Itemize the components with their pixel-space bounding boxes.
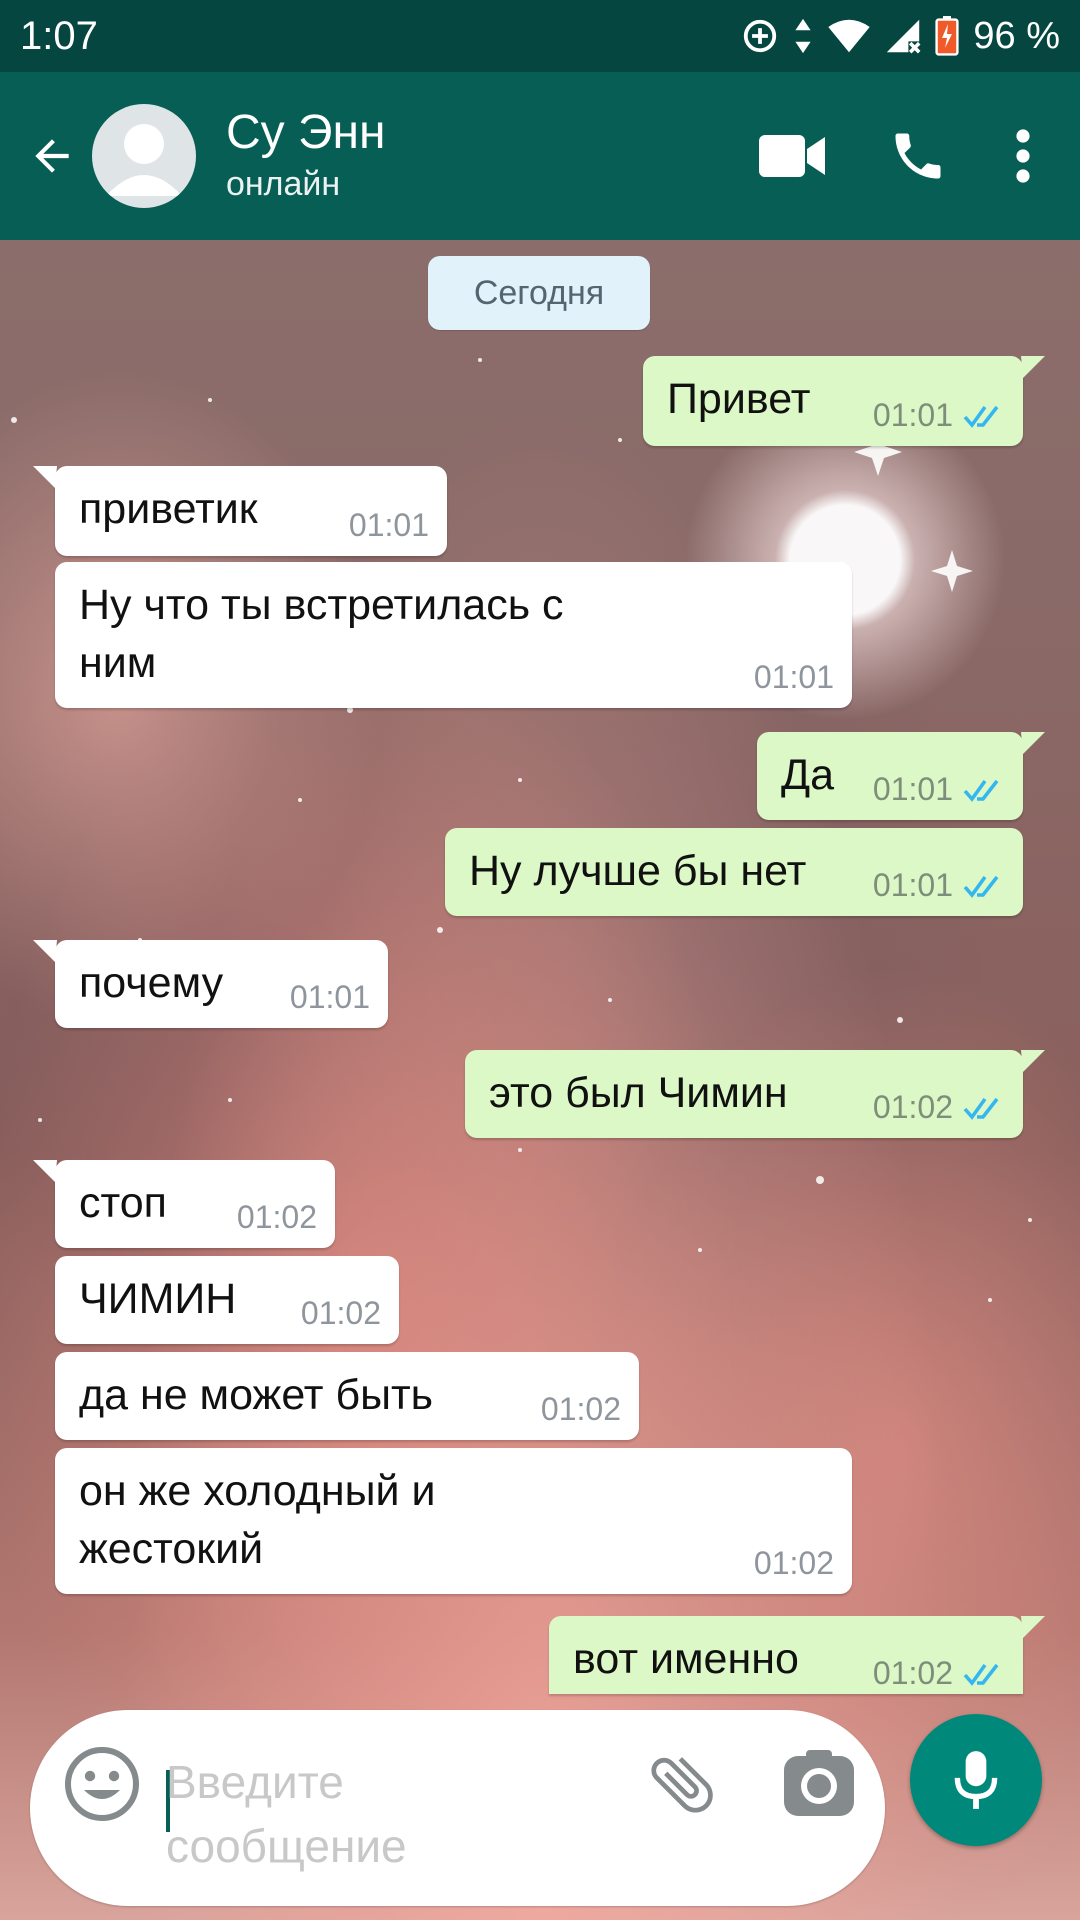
message-text: Привет — [667, 375, 811, 423]
status-bar: 1:07 96 % — [0, 0, 1080, 72]
wifi-icon — [828, 19, 871, 53]
message-outgoing[interactable]: вот именно 01:02 — [549, 1616, 1045, 1694]
more-vert-icon — [1016, 129, 1030, 183]
message-text: приветик — [79, 485, 258, 533]
battery-icon — [935, 16, 959, 56]
message-meta: 01:01 — [873, 771, 1005, 808]
bubble-tail — [1021, 1616, 1045, 1638]
video-call-icon — [759, 135, 825, 177]
message-meta: 01:01 — [754, 659, 834, 696]
voice-call-button[interactable] — [858, 96, 978, 216]
contact-name: Су Энн — [226, 106, 386, 159]
message-time: 01:01 — [289, 979, 370, 1015]
message-time: 01:02 — [872, 1089, 953, 1125]
message-input[interactable]: Введите сообщение — [166, 1750, 526, 1878]
message-meta: 01:02 — [754, 1545, 834, 1582]
message-incoming[interactable]: он же холодный и жестокий 01:02 — [55, 1448, 852, 1594]
message-meta: 01:01 — [349, 507, 429, 544]
read-ticks-icon — [963, 875, 999, 898]
back-button[interactable] — [12, 106, 92, 206]
status-icons: 96 % — [741, 15, 1060, 58]
message-time: 01:02 — [753, 1545, 834, 1581]
camera-icon — [784, 1750, 854, 1816]
message-text: ЧИМИН — [79, 1275, 237, 1323]
voice-record-button[interactable] — [910, 1714, 1042, 1846]
message-text: вот именно — [573, 1635, 799, 1683]
message-text: Ну что ты встретилась с ним — [79, 581, 564, 687]
message-text: да не может быть — [79, 1371, 434, 1419]
status-time: 1:07 — [20, 13, 98, 58]
bubble-tail — [1021, 1050, 1045, 1072]
back-arrow-icon — [35, 139, 69, 173]
message-meta: 01:02 — [873, 1089, 1005, 1126]
message-incoming[interactable]: ЧИМИН 01:02 — [55, 1256, 399, 1344]
cell-signal-icon — [887, 19, 921, 54]
message-incoming[interactable]: почему 01:01 — [33, 940, 388, 1028]
read-ticks-icon — [963, 779, 999, 802]
message-time: 01:02 — [300, 1295, 381, 1331]
message-meta: 01:02 — [301, 1295, 381, 1332]
message-incoming[interactable]: стоп 01:02 — [33, 1160, 335, 1248]
message-text: это был Чимин — [489, 1069, 788, 1117]
avatar[interactable] — [92, 104, 196, 208]
message-outgoing[interactable]: это был Чимин 01:02 — [465, 1050, 1045, 1138]
camera-button[interactable] — [782, 1748, 856, 1822]
message-meta: 01:02 — [873, 1655, 1005, 1692]
attach-icon — [651, 1757, 713, 1813]
bubble-tail — [1021, 356, 1045, 378]
message-composer: Введите сообщение — [30, 1710, 885, 1906]
attach-button[interactable] — [644, 1744, 720, 1824]
message-time: 01:01 — [348, 507, 429, 543]
video-call-button[interactable] — [732, 96, 852, 216]
default-avatar-icon — [106, 124, 182, 196]
emoji-button[interactable] — [62, 1744, 142, 1824]
message-meta: 01:01 — [290, 979, 370, 1016]
message-incoming[interactable]: приветик 01:01 — [33, 466, 447, 556]
read-ticks-icon — [963, 1663, 999, 1686]
bubble-tail — [33, 940, 57, 962]
read-ticks-icon — [963, 1097, 999, 1120]
message-outgoing[interactable]: Привет 01:01 — [643, 356, 1045, 446]
message-outgoing[interactable]: Да 01:01 — [757, 732, 1045, 820]
bubble-tail — [1021, 732, 1045, 754]
message-meta: 01:01 — [873, 867, 1005, 904]
phone-icon — [895, 133, 941, 179]
message-time: 01:02 — [872, 1655, 953, 1691]
bubble-tail — [33, 466, 57, 488]
message-incoming[interactable]: да не может быть 01:02 — [55, 1352, 639, 1440]
emoji-icon — [65, 1747, 139, 1821]
message-incoming[interactable]: Ну что ты встретилась с ним 01:01 — [55, 562, 852, 708]
message-time: 01:01 — [753, 659, 834, 695]
mic-icon — [954, 1751, 998, 1809]
message-time: 01:02 — [236, 1199, 317, 1235]
message-meta: 01:02 — [541, 1391, 621, 1428]
message-time: 01:01 — [872, 397, 953, 433]
message-outgoing[interactable]: Ну лучше бы нет 01:01 — [445, 828, 1023, 916]
message-time: 01:02 — [540, 1391, 621, 1427]
battery-percent: 96 % — [973, 14, 1060, 57]
more-options-button[interactable] — [978, 96, 1068, 216]
bubble-tail — [33, 1160, 57, 1182]
message-text: стоп — [79, 1179, 167, 1227]
contact-status: онлайн — [226, 165, 341, 203]
message-time: 01:01 — [872, 867, 953, 903]
chat-header: Су Энн онлайн — [0, 72, 1080, 240]
message-text: Да — [781, 751, 835, 799]
message-meta: 01:01 — [873, 397, 1005, 434]
data-arrows-icon — [795, 18, 811, 54]
date-divider: Сегодня — [428, 256, 650, 330]
message-time: 01:01 — [872, 771, 953, 807]
message-text: почему — [79, 959, 224, 1007]
message-text: он же холодный и жестокий — [79, 1467, 436, 1573]
message-text: Ну лучше бы нет — [469, 847, 807, 895]
message-meta: 01:02 — [237, 1199, 317, 1236]
read-ticks-icon — [963, 405, 999, 428]
data-saver-icon — [744, 19, 777, 53]
contact-info[interactable]: Су Энн онлайн — [226, 105, 732, 207]
